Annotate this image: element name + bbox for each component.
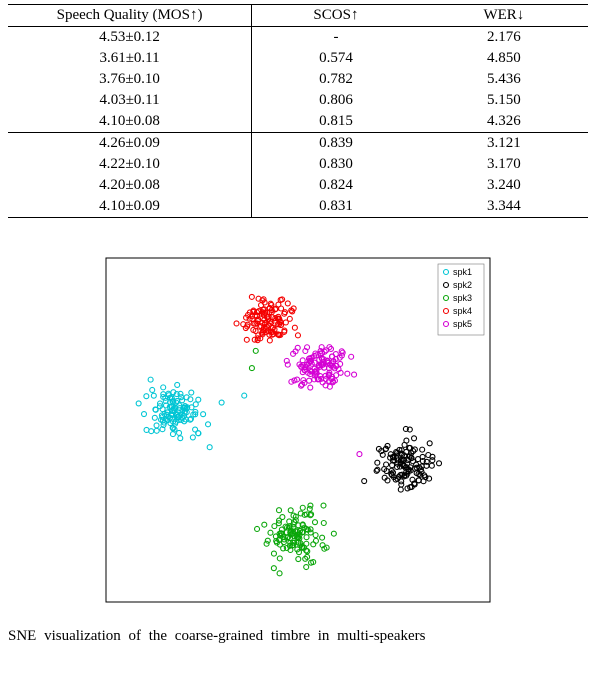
table-row: 4.22±0.100.8303.170 xyxy=(8,154,588,175)
cell-mos: 3.76±0.10 xyxy=(8,69,252,90)
cell-wer: 4.326 xyxy=(420,111,588,133)
cell-mos: 4.22±0.10 xyxy=(8,154,252,175)
cell-mos: 4.20±0.08 xyxy=(8,175,252,196)
cell-wer: 3.344 xyxy=(420,196,588,218)
cell-wer: 3.240 xyxy=(420,175,588,196)
table-row: 4.03±0.110.8065.150 xyxy=(8,90,588,111)
table-row: 3.76±0.100.7825.436 xyxy=(8,69,588,90)
cell-scos: 0.830 xyxy=(252,154,420,175)
cell-mos: 4.03±0.11 xyxy=(8,90,252,111)
cell-mos: 4.53±0.12 xyxy=(8,27,252,49)
results-table: Speech Quality (MOS↑) SCOS↑ WER↓ 4.53±0.… xyxy=(8,4,588,218)
cell-wer: 3.121 xyxy=(420,133,588,155)
svg-text:spk1: spk1 xyxy=(453,267,472,277)
header-mos: Speech Quality (MOS↑) xyxy=(8,5,252,27)
table-row: 4.20±0.080.8243.240 xyxy=(8,175,588,196)
cell-scos: 0.782 xyxy=(252,69,420,90)
svg-text:spk3: spk3 xyxy=(453,293,472,303)
scatter-plot-svg: spk1 spk2 spk3 spk4 spk5 xyxy=(88,240,508,620)
tsne-scatter-chart: spk1 spk2 spk3 spk4 spk5 xyxy=(8,240,588,620)
cell-wer: 5.150 xyxy=(420,90,588,111)
table-row: 4.10±0.080.8154.326 xyxy=(8,111,588,133)
table-row: 3.61±0.110.5744.850 xyxy=(8,48,588,69)
figure-caption: SNE visualization of the coarse-grained … xyxy=(8,628,588,645)
table-row: 4.53±0.12-2.176 xyxy=(8,27,588,49)
svg-text:spk4: spk4 xyxy=(453,306,472,316)
cell-scos: 0.806 xyxy=(252,90,420,111)
cell-mos: 4.10±0.09 xyxy=(8,196,252,218)
header-scos: SCOS↑ xyxy=(252,5,420,27)
header-wer: WER↓ xyxy=(420,5,588,27)
table-row: 4.26±0.090.8393.121 xyxy=(8,133,588,155)
cell-wer: 2.176 xyxy=(420,27,588,49)
legend: spk1 spk2 spk3 spk4 spk5 xyxy=(438,264,484,335)
cell-wer: 5.436 xyxy=(420,69,588,90)
cell-scos: - xyxy=(252,27,420,49)
svg-text:spk2: spk2 xyxy=(453,280,472,290)
svg-text:spk5: spk5 xyxy=(453,319,472,329)
cell-wer: 3.170 xyxy=(420,154,588,175)
cell-mos: 3.61±0.11 xyxy=(8,48,252,69)
cell-mos: 4.26±0.09 xyxy=(8,133,252,155)
cell-wer: 4.850 xyxy=(420,48,588,69)
cell-scos: 0.815 xyxy=(252,111,420,133)
cell-scos: 0.824 xyxy=(252,175,420,196)
cell-mos: 4.10±0.08 xyxy=(8,111,252,133)
table-row: 4.10±0.090.8313.344 xyxy=(8,196,588,218)
cell-scos: 0.574 xyxy=(252,48,420,69)
cell-scos: 0.839 xyxy=(252,133,420,155)
table-header-row: Speech Quality (MOS↑) SCOS↑ WER↓ xyxy=(8,5,588,27)
cell-scos: 0.831 xyxy=(252,196,420,218)
